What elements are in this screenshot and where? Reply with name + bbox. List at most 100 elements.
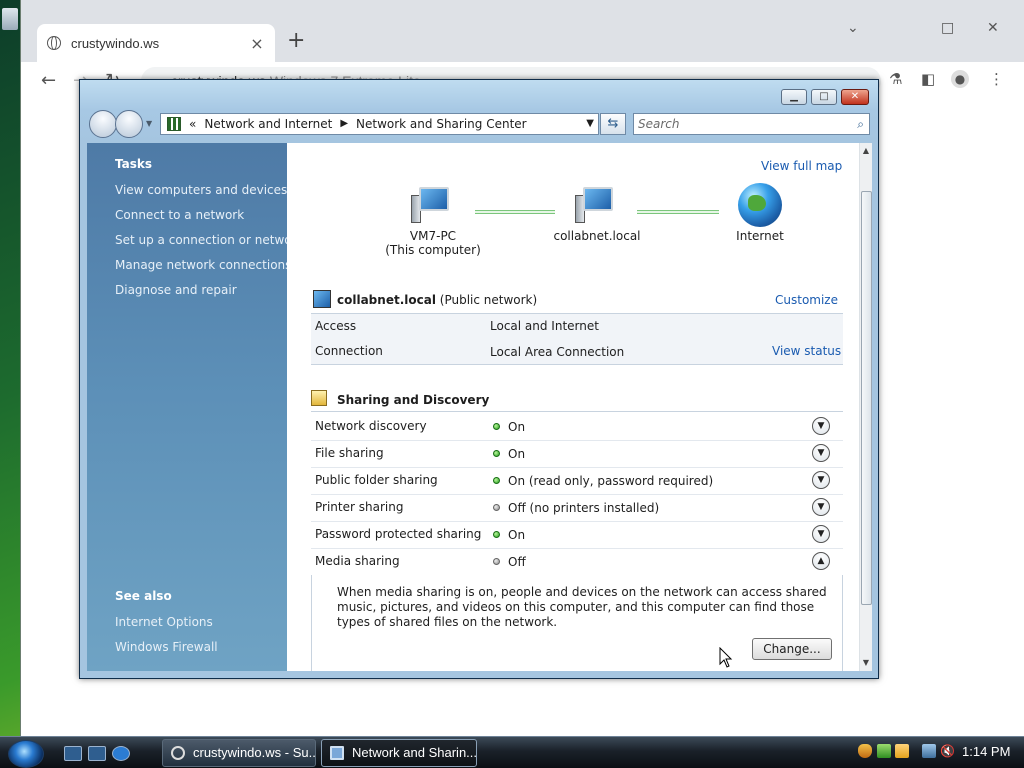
scrollbar[interactable]: ▲ ▼ [859,143,872,671]
status-off-icon [493,558,500,565]
taskbar-button-browser[interactable]: crustywindo.ws - Su... [162,739,316,767]
close-button[interactable]: ✕ [987,20,999,36]
divider [311,548,843,549]
search-input[interactable]: Search ⌕ [633,113,870,135]
status-on-icon [493,450,500,457]
task-manage-connections[interactable]: Manage network connections [115,258,291,272]
sharing-icon [311,390,327,406]
tray-app-icon[interactable] [895,744,909,758]
extension-icon[interactable]: ⚗ [889,70,902,88]
scroll-down-icon[interactable]: ▼ [860,658,872,667]
tab-crustywindo[interactable]: crustywindo.ws × [37,24,275,62]
switch-windows-icon[interactable] [88,746,106,761]
menu-kebab-icon[interactable]: ⋮ [989,70,1004,88]
status-off-icon [493,504,500,511]
control-panel-icon [167,117,181,131]
chrome-icon [171,746,185,760]
task-view-computers[interactable]: View computers and devices [115,183,287,197]
task-setup-connection[interactable]: Set up a connection or network [115,233,303,247]
sharing-row-state: Off [508,555,526,569]
connection-value: Local Area Connection [490,345,625,359]
content-pane: View full map VM7-PC (This computer) col… [287,143,859,671]
security-shield-icon[interactable] [858,744,872,758]
customize-link[interactable]: Customize [775,293,838,307]
clock[interactable]: 1:14 PM [962,744,1010,759]
tasks-heading: Tasks [115,157,153,171]
refresh-button[interactable]: ⇆ [600,113,626,135]
see-also-internet-options[interactable]: Internet Options [115,615,213,629]
map-node-internet[interactable]: Internet [710,183,810,243]
sharing-row-status: On [493,528,525,542]
internet-explorer-icon[interactable] [112,746,130,761]
status-on-icon [493,423,500,430]
access-label: Access [315,319,357,333]
tab-search-chevron-icon[interactable]: ⌄ [847,20,859,36]
windows-update-icon[interactable] [877,744,891,758]
address-dropdown-icon[interactable]: ▼ [586,114,594,134]
sharing-row-label: Media sharing [315,554,400,568]
computer-subtitle: (This computer) [385,243,481,257]
expand-chevron-icon[interactable]: ▼ [812,498,830,516]
network-status-icon [313,290,331,308]
internet-label: Internet [736,229,784,243]
expand-chevron-icon[interactable]: ▼ [812,471,830,489]
maximize-button[interactable]: □ [811,89,837,105]
taskbar-button-network-center[interactable]: Network and Sharin... [321,739,477,767]
breadcrumb-network-internet[interactable]: Network and Internet [204,114,332,134]
expand-chevron-icon[interactable]: ▼ [812,525,830,543]
new-tab-button[interactable]: + [287,28,305,53]
explorer-window: ▁ □ ✕ ▼ « Network and Internet ▶ Network… [79,79,879,679]
back-button[interactable] [89,110,117,138]
divider [311,494,843,495]
view-full-map-link[interactable]: View full map [761,159,842,173]
sharing-row-status: On (read only, password required) [493,474,713,488]
restore-button[interactable]: □ [941,20,954,36]
network-icon [575,185,619,225]
scroll-thumb[interactable] [861,191,872,605]
media-sharing-details: When media sharing is on, people and dev… [311,575,843,671]
close-button[interactable]: ✕ [841,89,869,105]
taskbar-button-label: crustywindo.ws - Su... [193,745,316,760]
change-button[interactable]: Change... [752,638,832,660]
network-tray-icon[interactable] [922,744,936,758]
start-button[interactable] [8,740,44,768]
network-center-icon [330,746,344,760]
breadcrumb-sharing-center[interactable]: Network and Sharing Center [356,114,527,134]
expand-chevron-icon[interactable]: ▼ [812,417,830,435]
breadcrumb[interactable]: « Network and Internet ▶ Network and Sha… [160,113,599,135]
search-icon[interactable]: ⌕ [857,114,864,134]
show-desktop-icon[interactable] [64,746,82,761]
sharing-row-label: Public folder sharing [315,473,438,487]
profile-avatar-icon[interactable]: ● [951,70,969,88]
see-also-heading: See also [115,589,172,603]
status-on-icon [493,477,500,484]
connection-label: Connection [315,344,383,358]
task-diagnose-repair[interactable]: Diagnose and repair [115,283,237,297]
view-status-link[interactable]: View status [772,344,841,358]
sharing-row-label: Password protected sharing [315,527,482,541]
minimize-button[interactable]: ▁ [781,89,807,105]
see-also-windows-firewall[interactable]: Windows Firewall [115,640,218,654]
desktop-icon-recycle[interactable] [2,8,18,30]
back-arrow-icon[interactable]: ← [41,70,56,91]
tab-title: crustywindo.ws [71,35,160,51]
breadcrumb-overflow[interactable]: « [189,114,196,134]
map-node-computer[interactable]: VM7-PC (This computer) [383,185,483,257]
collapse-chevron-icon[interactable]: ▲ [812,552,830,570]
map-node-network[interactable]: collabnet.local [547,185,647,243]
task-connect-network[interactable]: Connect to a network [115,208,244,222]
sharing-row-label: Printer sharing [315,500,404,514]
divider [311,440,843,441]
recent-pages-chevron-icon[interactable]: ▼ [146,119,152,128]
tab-close-icon[interactable]: × [249,34,265,53]
scroll-up-icon[interactable]: ▲ [860,146,872,155]
forward-button[interactable] [115,110,143,138]
expand-chevron-icon[interactable]: ▼ [812,444,830,462]
sidebar-icon[interactable]: ◧ [921,70,935,88]
sharing-row-status: On [493,447,525,461]
sharing-row-status: Off (no printers installed) [493,501,659,515]
sharing-row-label: Network discovery [315,419,427,433]
sharing-row-status: Off [493,555,526,569]
volume-muted-icon[interactable]: 🔇 [940,744,955,758]
sharing-row-state: On (read only, password required) [508,474,714,488]
